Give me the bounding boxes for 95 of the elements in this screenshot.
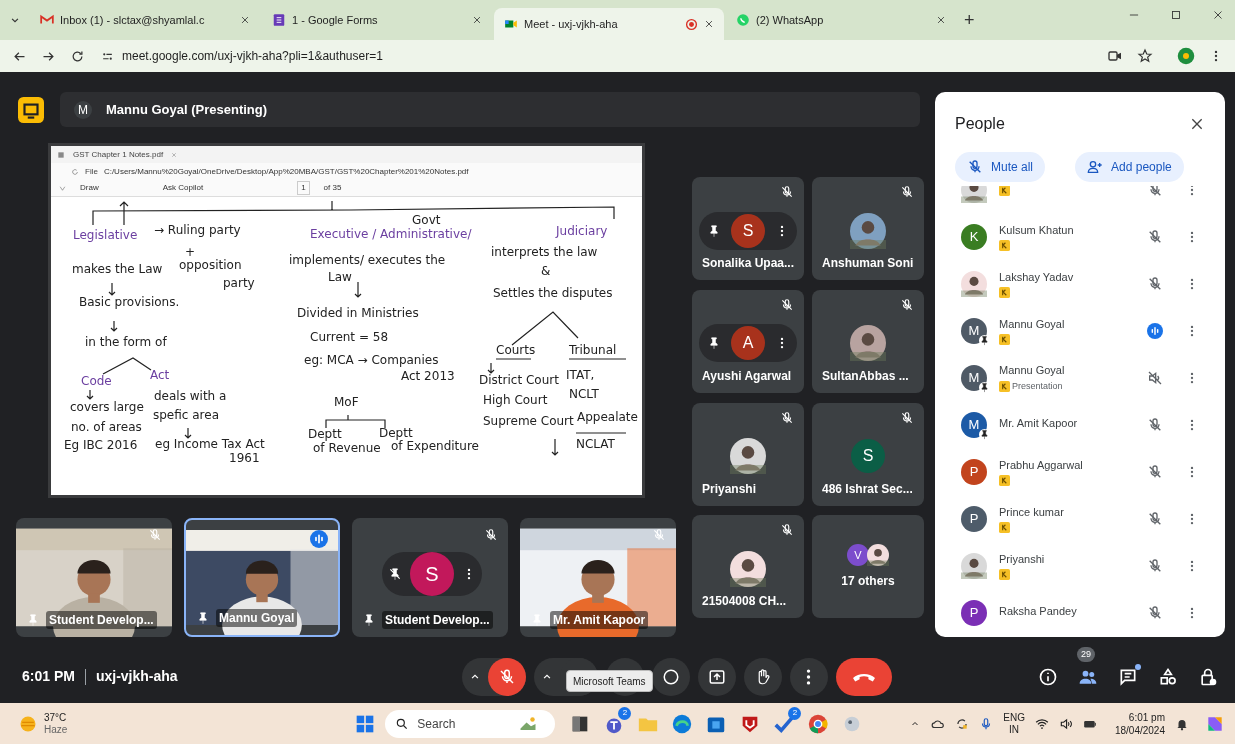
meeting-time: 6:01 PM xyxy=(22,667,75,686)
participant-name: Prince kumar xyxy=(999,504,1065,520)
handwritten-note: Legislative xyxy=(73,228,138,242)
count-badge: 2 xyxy=(618,706,632,720)
tooltip: Microsoft Teams xyxy=(566,670,653,692)
handwritten-note: NCLAT xyxy=(576,437,615,451)
file-path: C:/Users/Mannu%20Goyal/OneDrive/Desktop/App%20MBA/GST/GST%20Chapter%201%20Notes.pdf xyxy=(103,165,469,178)
handwritten-note: implements/ executes the xyxy=(289,253,446,267)
tab-title: (2) WhatsApp xyxy=(756,12,825,28)
participant-name: SultanAbbas ... xyxy=(822,367,909,385)
handwritten-note: + xyxy=(185,245,196,259)
avatar: M xyxy=(961,317,987,344)
avatar: A xyxy=(731,326,765,361)
file-label: File xyxy=(85,165,98,178)
participant-name: Kulsum Khatun xyxy=(999,222,1075,238)
tab-title: GST Chapter 1 Notes.pdf xyxy=(73,148,164,161)
handwritten-note: Act xyxy=(150,368,170,382)
avatar: M xyxy=(961,364,987,391)
handwritten-note: no. of areas xyxy=(71,420,142,434)
page-count: of 35 xyxy=(323,182,342,194)
participant-name: Sonalika Upaa... xyxy=(702,255,795,272)
handwritten-note: Code xyxy=(81,374,112,388)
avatar: P xyxy=(961,505,987,532)
handwritten-note: interprets the law xyxy=(491,245,598,259)
temperature: 37°C xyxy=(44,711,68,724)
participant-name: Priyanshi xyxy=(999,551,1046,567)
avatar: S xyxy=(410,552,454,596)
handwritten-note: MoF xyxy=(334,395,359,409)
presenter-name: Mannu Goyal (Presenting) xyxy=(106,100,268,119)
avatar: M xyxy=(961,411,987,438)
handwritten-note: Basic provisions. xyxy=(79,295,180,309)
handwritten-note: Executive / Administrative/ xyxy=(310,227,472,241)
participant-name: Raksha Pandey xyxy=(999,604,1078,620)
handwritten-note: District Court xyxy=(479,373,559,387)
handwritten-note: Act 2013 xyxy=(401,369,455,383)
handwritten-note: Deptt xyxy=(308,427,342,441)
avatar: K xyxy=(961,223,987,250)
handwritten-note: of Expenditure xyxy=(391,439,479,453)
avatar: V xyxy=(847,543,869,566)
participant-name: 486 Ishrat Sec... xyxy=(822,480,913,498)
handwritten-note: opposition xyxy=(179,258,242,272)
handwritten-note: Eg IBC 2016 xyxy=(64,438,138,452)
handwritten-note: in the form of xyxy=(85,335,167,349)
handwritten-note: ITAT, xyxy=(566,368,595,382)
participant-name: Mannu Goyal xyxy=(999,316,1066,332)
tab-title: Inbox (1) - slctax@shyamlal.c xyxy=(60,12,206,28)
count-badge: 29 xyxy=(1077,646,1095,662)
handwritten-note: Courts xyxy=(496,343,536,357)
participant-role: Presentation xyxy=(1012,380,1063,393)
avatar: P xyxy=(961,458,987,485)
weather-condition: Haze xyxy=(44,723,68,736)
avatar: M xyxy=(74,100,92,119)
participant-name: Mr. Amit Kapoor xyxy=(999,416,1079,432)
handwritten-note: eg: MCA → Companies xyxy=(304,353,439,367)
handwritten-note: → Ruling party xyxy=(154,223,241,237)
handwritten-note: Divided in Ministries xyxy=(297,306,419,320)
meeting-code: uxj-vjkh-aha xyxy=(95,667,178,686)
handwritten-note: NCLT xyxy=(569,387,599,401)
handwritten-note: High Court xyxy=(483,393,548,407)
participant-name: Priyanshi xyxy=(702,480,757,498)
participant-name: 21504008 CH... xyxy=(702,593,787,611)
handwritten-note: covers large xyxy=(70,400,144,414)
handwritten-note: deals with a xyxy=(154,389,227,403)
participant-name: Anshuman Soni xyxy=(822,255,914,272)
panel-title: People xyxy=(955,114,1005,134)
handwritten-note: Judiciary xyxy=(556,224,608,238)
participant-name: Ayushi Agarwal xyxy=(702,367,792,385)
avatar: P xyxy=(961,599,987,626)
handwritten-note: Law xyxy=(328,270,352,284)
handwritten-note: Tribunal xyxy=(569,343,617,357)
participant-name: 17 others xyxy=(841,572,895,590)
handwritten-note: spefic area xyxy=(153,408,219,422)
handwritten-note: Appealate xyxy=(577,410,638,424)
avatar: S xyxy=(731,213,765,248)
tab-title: Meet - uxj-vjkh-aha xyxy=(524,16,619,32)
participant-name: Lakshay Yadav xyxy=(999,269,1075,285)
avatar: S xyxy=(851,439,885,473)
count-badge: 2 xyxy=(788,706,802,720)
handwritten-note: Supreme Court xyxy=(483,414,574,428)
handwritten-note: & xyxy=(541,264,551,278)
handwritten-note: Current = 58 xyxy=(310,330,389,344)
handwritten-note: of Revenue xyxy=(313,441,381,455)
participant-name: Student Develop... xyxy=(46,611,157,629)
handwritten-note: 1961 xyxy=(229,451,260,465)
participant-name: Mannu Goyal xyxy=(999,362,1066,378)
participant-name: Student Develop... xyxy=(382,611,493,629)
participant-name: Prabhu Aggarwal xyxy=(999,457,1084,473)
handwritten-note: Settles the disputes xyxy=(493,286,613,300)
handwritten-note: eg Income Tax Act xyxy=(155,437,265,451)
handwritten-note: party xyxy=(223,276,255,290)
handwritten-note: makes the Law xyxy=(72,262,163,276)
participant-name: Mr. Amit Kapoor xyxy=(550,611,649,629)
tab-title: 1 - Google Forms xyxy=(292,12,379,28)
handwritten-note: Deptt xyxy=(379,426,413,440)
handwritten-note: Govt xyxy=(412,213,441,227)
